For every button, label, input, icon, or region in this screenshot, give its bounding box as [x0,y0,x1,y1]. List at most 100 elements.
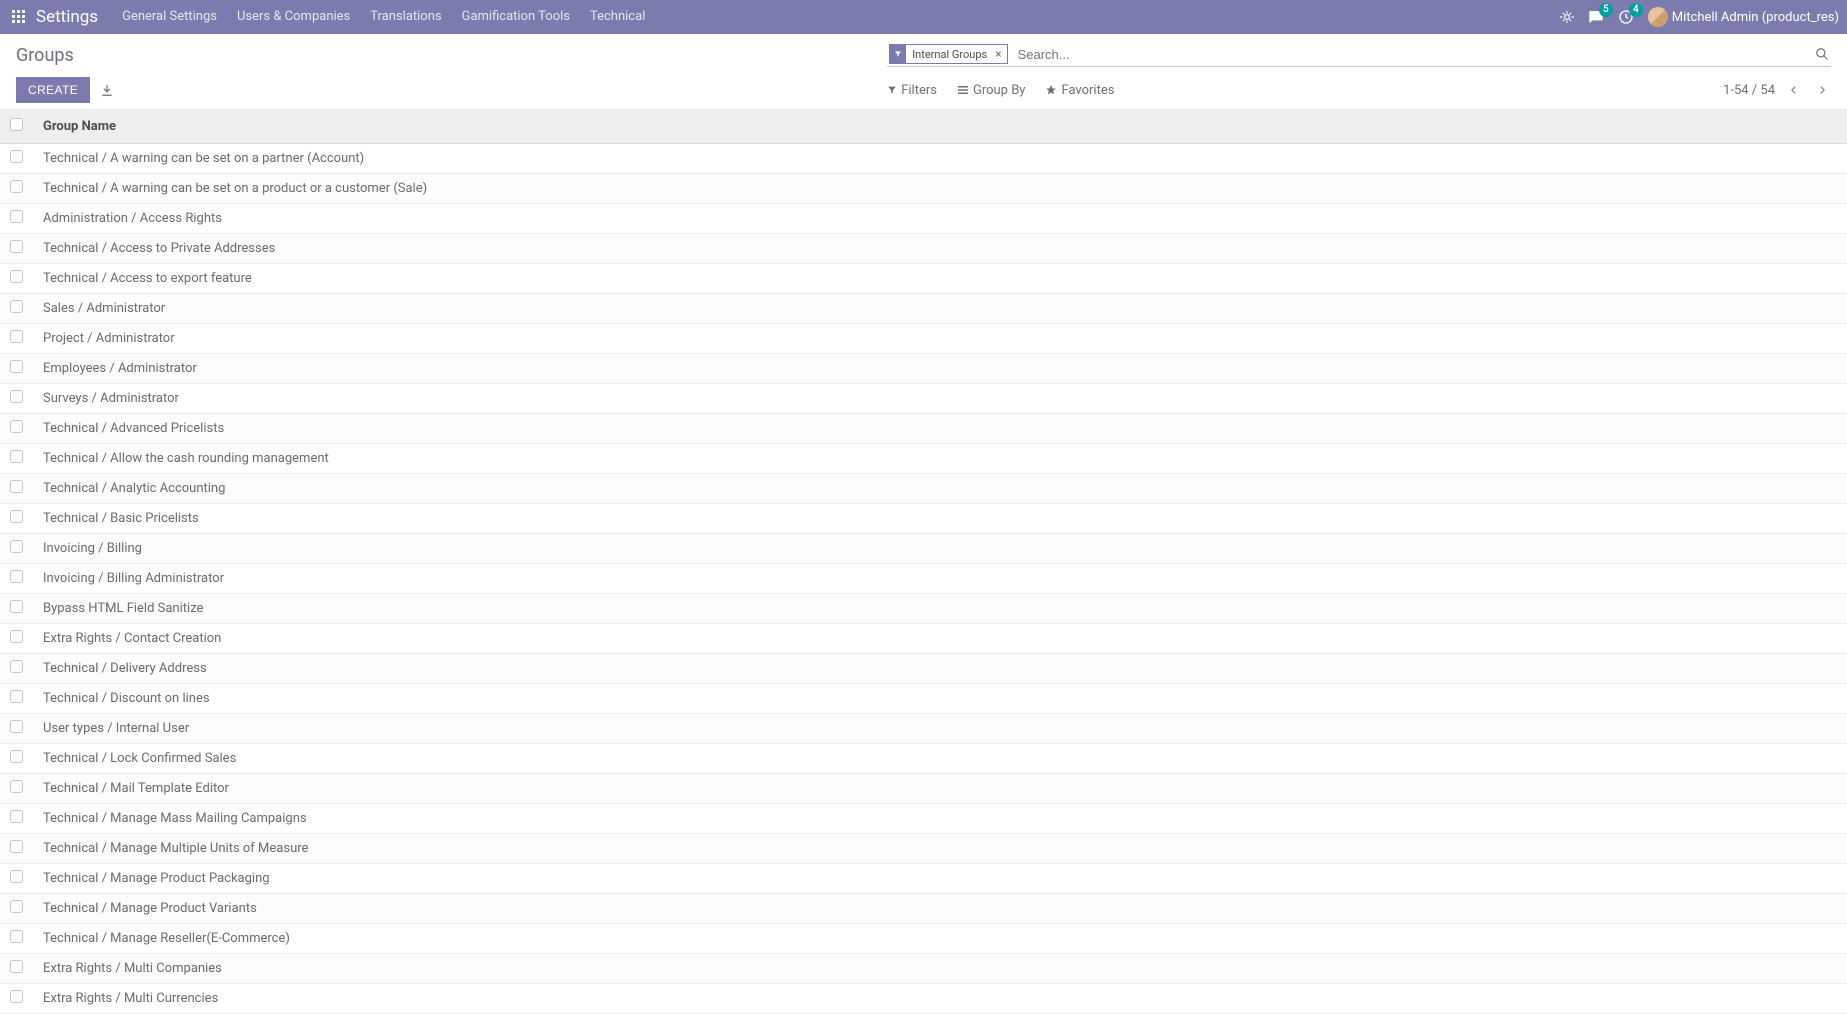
table-row[interactable]: Administration / Access Rights [0,204,1847,234]
group-name-cell[interactable]: Technical / A warning can be set on a pa… [43,151,364,166]
group-name-cell[interactable]: Technical / Discount on lines [43,691,210,706]
row-checkbox[interactable] [10,930,23,943]
group-name-cell[interactable]: Technical / Access to Private Addresses [43,241,275,256]
group-name-cell[interactable]: Extra Rights / Contact Creation [43,631,221,646]
activities-icon[interactable]: 4 [1618,9,1634,25]
pager-prev-icon[interactable] [1785,81,1803,100]
row-checkbox[interactable] [10,450,23,463]
table-row[interactable]: Project / Administrator [0,324,1847,354]
apps-icon[interactable] [12,10,26,24]
group-name-cell[interactable]: Technical / Manage Multiple Units of Mea… [43,841,308,856]
group-name-cell[interactable]: Technical / Basic Pricelists [43,511,199,526]
group-name-cell[interactable]: Technical / Manage Product Packaging [43,871,270,886]
search-input[interactable] [1014,45,1813,64]
table-row[interactable]: Bypass HTML Field Sanitize [0,594,1847,624]
messages-icon[interactable]: 5 [1588,9,1604,25]
table-row[interactable]: Employees / Administrator [0,354,1847,384]
brand-title[interactable]: Settings [36,7,98,27]
group-name-cell[interactable]: User types / Internal User [43,721,189,736]
group-name-cell[interactable]: Technical / Access to export feature [43,271,252,286]
table-row[interactable]: Technical / Analytic Accounting [0,474,1847,504]
row-checkbox[interactable] [10,570,23,583]
favorites-dropdown[interactable]: Favorites [1045,83,1114,98]
row-checkbox[interactable] [10,870,23,883]
nav-link-translations[interactable]: Translations [360,0,451,34]
row-checkbox[interactable] [10,900,23,913]
group-name-cell[interactable]: Extra Rights / Multi Currencies [43,991,218,1006]
table-row[interactable]: Technical / A warning can be set on a pr… [0,174,1847,204]
group-name-cell[interactable]: Sales / Administrator [43,301,165,316]
row-checkbox[interactable] [10,180,23,193]
export-button[interactable] [100,82,114,98]
table-row[interactable]: Invoicing / Billing [0,534,1847,564]
table-row[interactable]: Technical / Allow the cash rounding mana… [0,444,1847,474]
group-name-cell[interactable]: Employees / Administrator [43,361,197,376]
groupby-dropdown[interactable]: Group By [957,83,1026,98]
group-name-cell[interactable]: Technical / Advanced Pricelists [43,421,224,436]
group-name-cell[interactable]: Technical / Mail Template Editor [43,781,229,796]
table-row[interactable]: Technical / Manage Product Variants [0,894,1847,924]
row-checkbox[interactable] [10,780,23,793]
table-row[interactable]: Technical / Advanced Pricelists [0,414,1847,444]
table-row[interactable]: Extra Rights / Contact Creation [0,624,1847,654]
group-name-cell[interactable]: Technical / Allow the cash rounding mana… [43,451,329,466]
table-row[interactable]: Surveys / Administrator [0,384,1847,414]
row-checkbox[interactable] [10,600,23,613]
group-name-cell[interactable]: Technical / Manage Mass Mailing Campaign… [43,811,307,826]
filters-dropdown[interactable]: Filters [887,83,937,98]
table-row[interactable]: Technical / Manage Mass Mailing Campaign… [0,804,1847,834]
group-name-cell[interactable]: Invoicing / Billing [43,541,142,556]
row-checkbox[interactable] [10,480,23,493]
table-row[interactable]: Technical / Manage Product Packaging [0,864,1847,894]
table-row[interactable]: Technical / Manage Reseller(E-Commerce) [0,924,1847,954]
group-name-cell[interactable]: Invoicing / Billing Administrator [43,571,224,586]
table-row[interactable]: Technical / Manage Multiple Units of Mea… [0,834,1847,864]
row-checkbox[interactable] [10,420,23,433]
row-checkbox[interactable] [10,630,23,643]
group-name-cell[interactable]: Technical / Delivery Address [43,661,207,676]
pager-text[interactable]: 1-54 / 54 [1723,83,1775,98]
search-icon[interactable] [1813,47,1831,62]
table-row[interactable]: Technical / Lock Confirmed Sales [0,744,1847,774]
row-checkbox[interactable] [10,990,23,1003]
nav-link-gamification[interactable]: Gamification Tools [452,0,580,34]
table-row[interactable]: Technical / Basic Pricelists [0,504,1847,534]
table-row[interactable]: Technical / Mail Template Editor [0,774,1847,804]
row-checkbox[interactable] [10,810,23,823]
row-checkbox[interactable] [10,750,23,763]
row-checkbox[interactable] [10,330,23,343]
pager-next-icon[interactable] [1813,81,1831,100]
group-name-cell[interactable]: Technical / Analytic Accounting [43,481,225,496]
table-row[interactable]: Technical / Access to Private Addresses [0,234,1847,264]
row-checkbox[interactable] [10,390,23,403]
group-name-cell[interactable]: Technical / Lock Confirmed Sales [43,751,236,766]
group-name-cell[interactable]: Project / Administrator [43,331,175,346]
row-checkbox[interactable] [10,210,23,223]
select-all-checkbox[interactable] [10,118,23,131]
row-checkbox[interactable] [10,840,23,853]
table-row[interactable]: User types / Internal User [0,714,1847,744]
search-area[interactable]: Internal Groups × [887,44,1831,67]
table-row[interactable]: Technical / Access to export feature [0,264,1847,294]
row-checkbox[interactable] [10,660,23,673]
row-checkbox[interactable] [10,510,23,523]
group-name-cell[interactable]: Technical / A warning can be set on a pr… [43,181,427,196]
nav-link-technical[interactable]: Technical [580,0,655,34]
row-checkbox[interactable] [10,960,23,973]
user-menu[interactable]: Mitchell Admin (product_res) [1648,7,1839,27]
nav-link-users-companies[interactable]: Users & Companies [227,0,360,34]
row-checkbox[interactable] [10,150,23,163]
row-checkbox[interactable] [10,300,23,313]
table-row[interactable]: Extra Rights / Multi Currencies [0,984,1847,1014]
group-name-cell[interactable]: Surveys / Administrator [43,391,179,406]
remove-facet-icon[interactable]: × [993,47,1006,61]
row-checkbox[interactable] [10,690,23,703]
group-name-cell[interactable]: Technical / Manage Reseller(E-Commerce) [43,931,290,946]
table-row[interactable]: Technical / Delivery Address [0,654,1847,684]
create-button[interactable]: CREATE [16,77,90,103]
row-checkbox[interactable] [10,270,23,283]
group-name-cell[interactable]: Bypass HTML Field Sanitize [43,601,203,616]
table-row[interactable]: Technical / Discount on lines [0,684,1847,714]
table-row[interactable]: Technical / A warning can be set on a pa… [0,144,1847,174]
table-row[interactable]: Invoicing / Billing Administrator [0,564,1847,594]
